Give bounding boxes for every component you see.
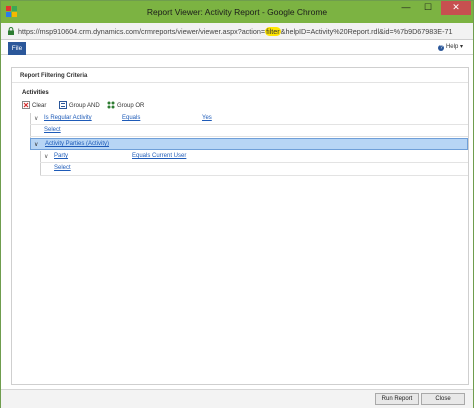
select-row: Select <box>30 125 468 137</box>
filter-row: ∨ Is Regular Activity Equals Yes <box>30 113 468 125</box>
address-bar[interactable]: https://msp910604.crm.dynamics.com/crmre… <box>1 23 473 40</box>
group-and-icon <box>59 101 67 109</box>
group-and-button[interactable]: Group AND <box>59 101 100 109</box>
url-suffix: &helpID=Activity%20Report.rdl&id=%7b9D67… <box>280 27 453 36</box>
clear-label: Clear <box>32 103 47 109</box>
chevron-down-icon[interactable]: ∨ <box>34 141 38 148</box>
field-link[interactable]: Is Regular Activity <box>44 115 92 121</box>
panel-divider <box>12 82 468 83</box>
filter-panel: Report Filtering Criteria Activities Cle… <box>11 67 469 385</box>
url-prefix: https://msp910604.crm.dynamics.com/crmre… <box>18 27 266 36</box>
select-row: Select <box>40 163 468 176</box>
group-and-label: Group AND <box>69 103 100 109</box>
close-button[interactable]: Close <box>421 393 465 405</box>
clear-button[interactable]: Clear <box>22 101 46 109</box>
select-link[interactable]: Select <box>44 127 61 133</box>
chevron-down-icon: ▾ <box>459 44 463 50</box>
value-link[interactable]: Yes <box>202 115 212 121</box>
help-icon: ? <box>438 45 445 51</box>
related-entity-link[interactable]: Activity Parties (Activity) <box>45 141 109 147</box>
group-or-icon <box>107 101 115 109</box>
maximize-button[interactable]: ☐ <box>417 1 439 15</box>
close-window-button[interactable]: ✕ <box>441 1 471 15</box>
field-link[interactable]: Party <box>54 153 68 159</box>
help-menu[interactable]: ? Help ▾ <box>438 43 463 51</box>
browser-window: Report Viewer: Activity Report - Google … <box>0 0 474 408</box>
select-link[interactable]: Select <box>54 165 71 171</box>
group-or-label: Group OR <box>117 103 145 109</box>
title-bar: Report Viewer: Activity Report - Google … <box>1 1 473 23</box>
dialog-footer: Run Report Close <box>1 389 473 408</box>
ribbon: File ? Help ▾ <box>1 40 473 55</box>
operator-link[interactable]: Equals <box>122 115 140 121</box>
operator-link[interactable]: Equals Current User <box>132 153 186 159</box>
panel-title: Report Filtering Criteria <box>20 73 88 79</box>
chevron-down-icon[interactable]: ∨ <box>44 153 48 160</box>
file-tab[interactable]: File <box>8 42 26 55</box>
url-text[interactable]: https://msp910604.crm.dynamics.com/crmre… <box>18 27 452 36</box>
lock-icon <box>7 27 15 35</box>
chevron-down-icon[interactable]: ∨ <box>34 115 38 122</box>
group-or-button[interactable]: Group OR <box>107 101 144 109</box>
related-entity-row[interactable]: ∨ Activity Parties (Activity) <box>30 138 468 150</box>
minimize-button[interactable]: — <box>395 1 417 15</box>
section-title: Activities <box>22 90 49 96</box>
clear-icon <box>22 101 30 109</box>
url-highlight: filter <box>265 27 281 36</box>
filter-row: ∨ Party Equals Current User <box>40 151 468 163</box>
run-report-button[interactable]: Run Report <box>375 393 419 405</box>
help-label: Help <box>445 44 459 50</box>
